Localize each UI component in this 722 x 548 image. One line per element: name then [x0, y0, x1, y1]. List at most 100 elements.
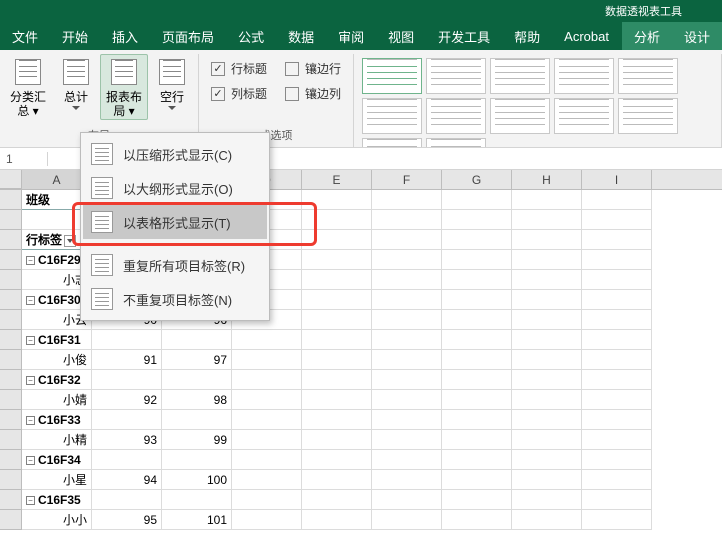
cell[interactable] — [442, 470, 512, 490]
cell[interactable] — [92, 370, 162, 390]
cell[interactable] — [442, 270, 512, 290]
tab-review[interactable]: 审阅 — [326, 22, 376, 50]
cell[interactable] — [162, 330, 232, 350]
cell[interactable] — [302, 350, 372, 370]
row-header[interactable] — [0, 510, 22, 530]
tab-data[interactable]: 数据 — [276, 22, 326, 50]
tab-design[interactable]: 设计 — [672, 22, 722, 50]
pivot-value[interactable]: 97 — [162, 350, 232, 370]
cell[interactable] — [232, 450, 302, 470]
cell[interactable] — [302, 490, 372, 510]
cell[interactable] — [372, 510, 442, 530]
cell[interactable] — [512, 370, 582, 390]
cell[interactable] — [372, 330, 442, 350]
cell[interactable] — [442, 390, 512, 410]
col-header[interactable]: H — [512, 170, 582, 189]
cell[interactable] — [512, 270, 582, 290]
cell[interactable] — [512, 450, 582, 470]
collapse-icon[interactable] — [26, 256, 35, 265]
menu-no-repeat-labels[interactable]: 不重复项目标签(N) — [83, 282, 267, 316]
cell[interactable] — [582, 270, 652, 290]
cell[interactable] — [302, 330, 372, 350]
pivot-value[interactable]: 100 — [162, 470, 232, 490]
cell[interactable] — [372, 430, 442, 450]
pivot-row-item[interactable]: 小星 — [22, 470, 92, 490]
cell[interactable] — [582, 490, 652, 510]
cell[interactable] — [372, 370, 442, 390]
cell[interactable] — [92, 410, 162, 430]
cell[interactable] — [302, 410, 372, 430]
cell[interactable] — [372, 230, 442, 250]
cell[interactable] — [162, 410, 232, 430]
tab-analyze[interactable]: 分析 — [622, 22, 672, 50]
tab-formulas[interactable]: 公式 — [226, 22, 276, 50]
tab-devtools[interactable]: 开发工具 — [426, 22, 502, 50]
cell[interactable] — [442, 190, 512, 210]
cell[interactable] — [302, 250, 372, 270]
pivot-row-item[interactable]: 小俊 — [22, 350, 92, 370]
cell[interactable] — [232, 410, 302, 430]
pivot-row-item[interactable]: 小精 — [22, 430, 92, 450]
cell[interactable] — [372, 190, 442, 210]
cell[interactable] — [372, 470, 442, 490]
cell[interactable] — [372, 210, 442, 230]
collapse-icon[interactable] — [26, 296, 35, 305]
pivot-value[interactable]: 99 — [162, 430, 232, 450]
cell[interactable] — [582, 470, 652, 490]
row-header[interactable] — [0, 230, 22, 250]
tab-acrobat[interactable]: Acrobat — [552, 22, 621, 50]
cell[interactable] — [512, 290, 582, 310]
cell[interactable] — [512, 410, 582, 430]
cell[interactable] — [232, 390, 302, 410]
cell[interactable] — [442, 410, 512, 430]
tab-view[interactable]: 视图 — [376, 22, 426, 50]
cell[interactable] — [232, 490, 302, 510]
cell[interactable] — [512, 350, 582, 370]
tab-insert[interactable]: 插入 — [100, 22, 150, 50]
cell[interactable] — [442, 350, 512, 370]
cell[interactable] — [582, 230, 652, 250]
cell[interactable] — [512, 250, 582, 270]
cell[interactable] — [302, 390, 372, 410]
pivot-value[interactable]: 101 — [162, 510, 232, 530]
cell[interactable] — [512, 490, 582, 510]
cell[interactable] — [372, 350, 442, 370]
pivot-group-header[interactable]: C16F34 — [22, 450, 92, 470]
cell[interactable] — [582, 450, 652, 470]
cell[interactable] — [442, 250, 512, 270]
cell[interactable] — [162, 450, 232, 470]
cell[interactable] — [232, 510, 302, 530]
cell[interactable] — [512, 330, 582, 350]
pivot-style-thumb[interactable] — [618, 98, 678, 134]
cell[interactable] — [442, 290, 512, 310]
cell[interactable] — [582, 290, 652, 310]
cell[interactable] — [442, 310, 512, 330]
row-header[interactable] — [0, 310, 22, 330]
row-header[interactable] — [0, 410, 22, 430]
cell[interactable] — [582, 510, 652, 530]
cell[interactable] — [232, 370, 302, 390]
tab-help[interactable]: 帮助 — [502, 22, 552, 50]
row-header[interactable] — [0, 450, 22, 470]
row-header[interactable] — [0, 490, 22, 510]
cell[interactable] — [512, 430, 582, 450]
cell[interactable] — [372, 490, 442, 510]
cell[interactable] — [232, 430, 302, 450]
cell[interactable] — [442, 370, 512, 390]
menu-show-outline[interactable]: 以大纲形式显示(O) — [83, 171, 267, 205]
pivot-value[interactable]: 94 — [92, 470, 162, 490]
cell[interactable] — [442, 450, 512, 470]
cell[interactable] — [582, 390, 652, 410]
cell[interactable] — [372, 290, 442, 310]
cb-banded-cols[interactable]: 镶边列 — [285, 85, 341, 102]
pivot-style-thumb[interactable] — [426, 98, 486, 134]
cell[interactable] — [232, 350, 302, 370]
pivot-row-item[interactable]: 小小 — [22, 510, 92, 530]
cell[interactable] — [512, 390, 582, 410]
cell[interactable] — [372, 450, 442, 470]
cell[interactable] — [442, 330, 512, 350]
cell[interactable] — [512, 190, 582, 210]
pivot-value[interactable]: 91 — [92, 350, 162, 370]
cell[interactable] — [302, 370, 372, 390]
cell[interactable] — [302, 510, 372, 530]
